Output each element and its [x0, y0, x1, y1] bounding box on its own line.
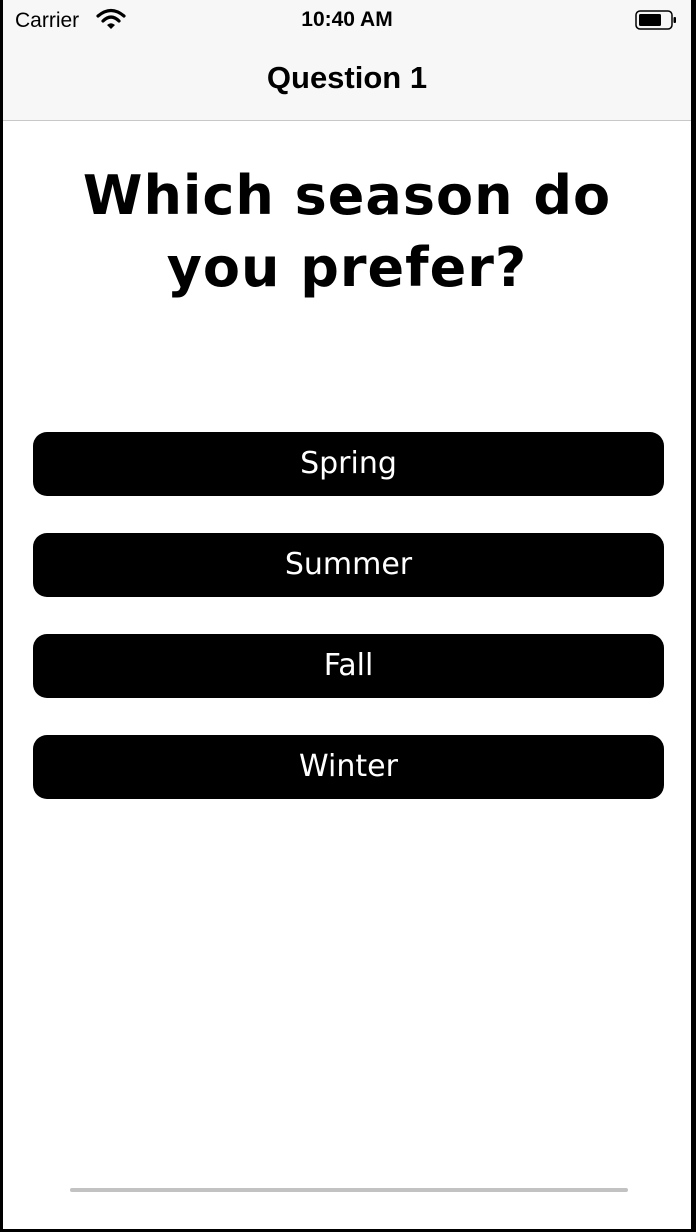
answer-button-fall[interactable]: Fall — [33, 634, 664, 698]
battery-icon — [635, 10, 676, 30]
answer-button-winter[interactable]: Winter — [33, 735, 664, 799]
clock: 10:40 AM — [301, 8, 393, 31]
phone-screen: Carrier 10:40 AM Question 1 Which season… — [3, 0, 691, 1229]
question-text: Which season do you prefer? — [82, 164, 612, 299]
answer-button-spring[interactable]: Spring — [33, 432, 664, 496]
answer-list: Spring Summer Fall Winter — [33, 432, 664, 836]
status-bar: Carrier 10:40 AM — [3, 0, 691, 40]
nav-title: Question 1 — [266, 60, 428, 95]
answer-button-summer[interactable]: Summer — [33, 533, 664, 597]
home-indicator[interactable] — [70, 1188, 628, 1192]
navigation-bar: Question 1 — [3, 40, 691, 121]
